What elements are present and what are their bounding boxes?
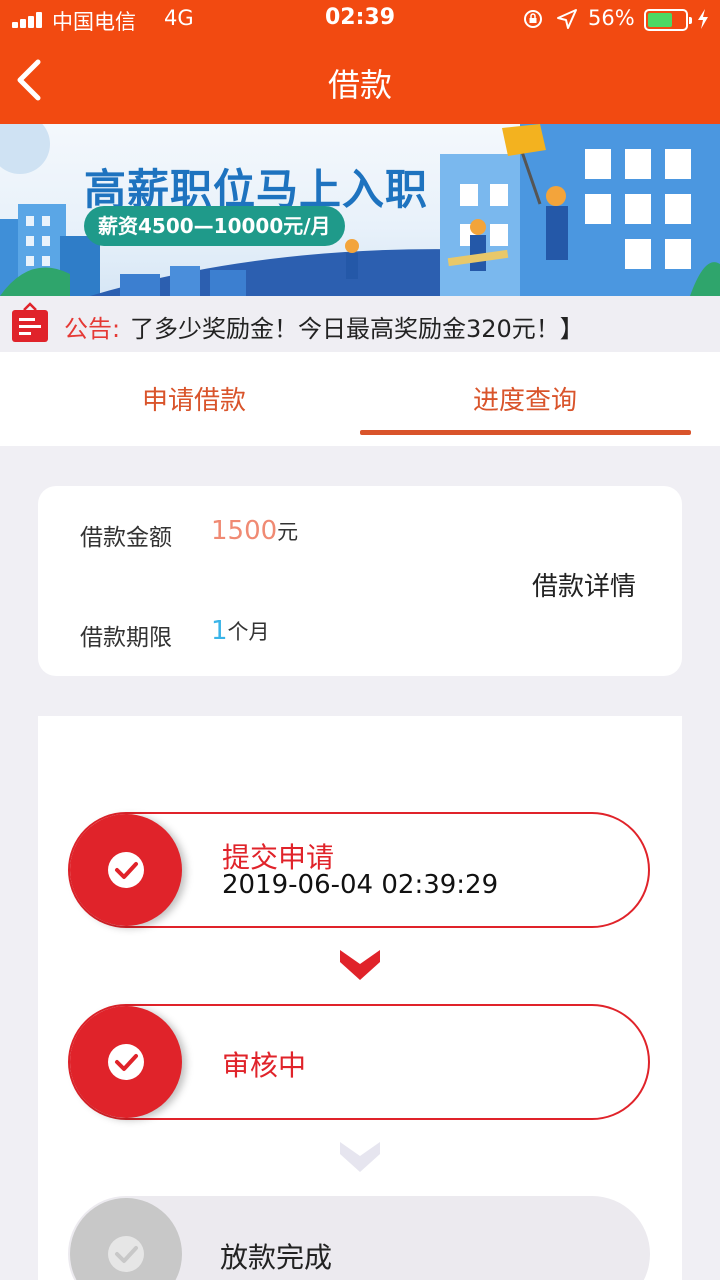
- announcement-icon: [12, 302, 48, 342]
- step-disbursed: 放款完成: [68, 1196, 650, 1280]
- check-circle-icon: [108, 852, 144, 888]
- step-check-badge: [70, 1006, 182, 1118]
- check-circle-icon: [108, 1236, 144, 1272]
- announcement-label: 公告:: [64, 315, 121, 343]
- recruitment-banner[interactable]: 高薪职位马上入职 薪资4500—10000元/月: [0, 124, 720, 296]
- loan-term-label: 借款期限: [80, 625, 172, 651]
- tab-apply-loan[interactable]: 申请借款: [14, 380, 374, 417]
- loan-amount-label: 借款金额: [80, 525, 172, 551]
- loan-term-number: 1: [211, 616, 228, 646]
- battery-icon: [644, 9, 692, 31]
- page-title: 借款: [327, 66, 392, 104]
- step-reviewing: 审核中: [68, 1004, 650, 1120]
- progress-panel: 提交申请 2019-06-04 02:39:29 审核中 放款完成: [38, 716, 682, 1280]
- loan-detail-link[interactable]: 借款详情: [532, 566, 636, 603]
- tab-bar: 申请借款 进度查询: [0, 352, 720, 446]
- loan-term-unit: 个月: [227, 620, 270, 644]
- step-title: 放款完成: [220, 1241, 333, 1274]
- loan-amount-unit: 元: [277, 520, 299, 544]
- step-title: 审核中: [222, 1049, 307, 1082]
- charging-icon: [698, 9, 708, 29]
- loan-term-value: 1个月: [211, 616, 270, 646]
- battery-percent: 56%: [588, 6, 635, 30]
- announcement-text: 了多少奖励金！今日最高奖励金320元！】: [130, 315, 584, 343]
- step-check-badge: [70, 1198, 182, 1280]
- top-bar: 中国电信 4G 02:39 56% 借款: [0, 0, 720, 124]
- status-bar: 中国电信 4G 02:39 56%: [0, 0, 720, 40]
- location-icon: [557, 9, 577, 29]
- loan-summary-card: 借款金额 1500元 借款详情 借款期限 1个月: [38, 486, 682, 676]
- banner-salary: 薪资4500—10000元/月: [84, 206, 345, 246]
- step-check-badge: [70, 814, 182, 926]
- step-timestamp: 2019-06-04 02:39:29: [222, 870, 499, 900]
- active-tab-indicator: [360, 430, 691, 435]
- rotation-lock-icon: [524, 10, 542, 28]
- chevron-down-icon: [340, 1142, 380, 1172]
- announcement-bar: 公告: 了多少奖励金！今日最高奖励金320元！】: [0, 296, 720, 352]
- loan-amount-value: 1500元: [211, 516, 298, 546]
- loan-amount-number: 1500: [211, 516, 278, 546]
- step-submitted: 提交申请 2019-06-04 02:39:29: [68, 812, 650, 928]
- chevron-down-icon: [340, 950, 380, 980]
- check-circle-icon: [108, 1044, 144, 1080]
- tab-progress-query[interactable]: 进度查询: [345, 380, 705, 417]
